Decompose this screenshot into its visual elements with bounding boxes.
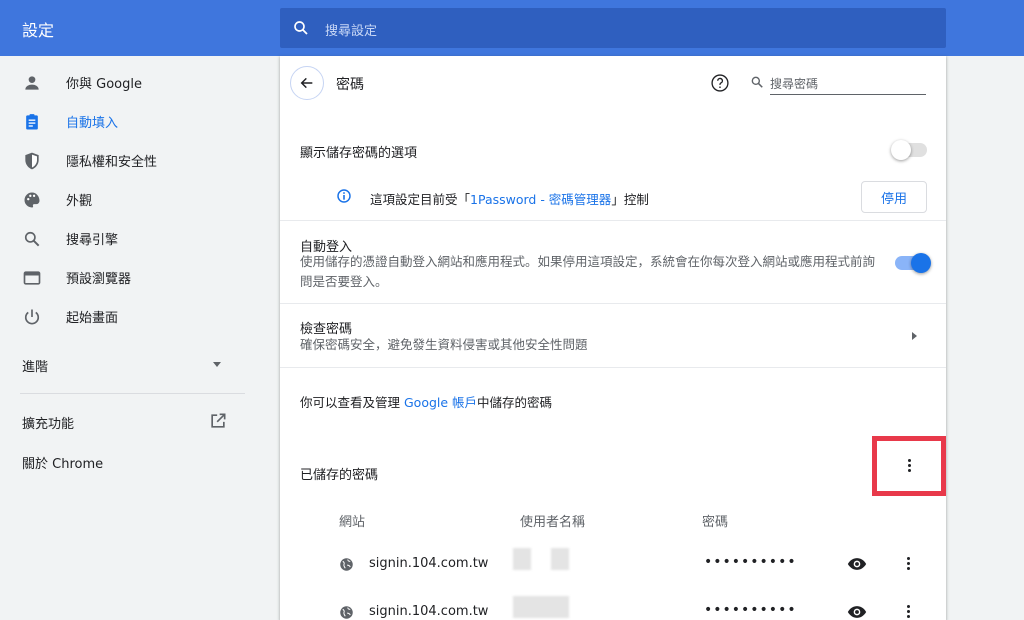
column-header-password: 密碼 [702, 515, 729, 530]
back-button[interactable] [290, 66, 324, 100]
browser-icon [23, 271, 41, 285]
sidebar-about-chrome[interactable]: 關於 Chrome [22, 453, 103, 472]
sidebar-item-privacy[interactable]: 隱私權和安全性 [0, 141, 260, 179]
open-in-new-icon[interactable] [208, 411, 228, 431]
sidebar-item-label: 隱私權和安全性 [66, 155, 158, 170]
search-icon [24, 231, 40, 247]
extension-link[interactable]: 1Password - 密碼管理器 [470, 192, 611, 207]
chevron-right-icon [912, 332, 917, 340]
sidebar-item-default-browser[interactable]: 預設瀏覽器 [0, 258, 260, 296]
page-title: 密碼 [336, 77, 364, 93]
notice-suffix: 」控制 [611, 192, 649, 207]
google-account-suffix: 中儲存的密碼 [477, 395, 553, 410]
offer-to-save-toggle[interactable] [891, 140, 927, 160]
search-icon [294, 21, 308, 35]
info-icon [337, 189, 351, 203]
password-row: signin.104.com.tw •••••••••• [280, 548, 946, 600]
globe-icon [340, 558, 353, 571]
sidebar-item-appearance[interactable]: 外觀 [0, 180, 260, 218]
redacted-username [513, 596, 569, 618]
column-header-username: 使用者名稱 [520, 515, 586, 530]
clipboard-icon [26, 114, 38, 130]
sidebar-item-label: 外觀 [66, 194, 93, 209]
help-icon[interactable] [710, 73, 730, 93]
shield-icon [25, 152, 39, 170]
google-account-notice: 你可以查看及管理 Google 帳戶中儲存的密碼 [300, 392, 552, 411]
managed-by-extension-notice: 這項設定目前受「1Password - 密碼管理器」控制 [370, 189, 649, 208]
divider [280, 220, 946, 221]
auto-signin-toggle[interactable] [895, 253, 931, 273]
app-title: 設定 [22, 21, 55, 40]
person-icon [25, 76, 39, 90]
sidebar-item-label: 起始畫面 [66, 311, 119, 326]
divider [280, 303, 946, 304]
google-account-link[interactable]: Google 帳戶 [404, 395, 477, 410]
divider [280, 367, 946, 368]
settings-search-placeholder: 搜尋設定 [325, 24, 378, 39]
password-search-input[interactable] [770, 73, 926, 95]
site-url[interactable]: signin.104.com.tw [369, 556, 488, 571]
sidebar-extensions[interactable]: 擴充功能 [22, 413, 74, 432]
arrow-back-icon [300, 77, 313, 89]
sidebar-item-on-startup[interactable]: 起始畫面 [0, 297, 260, 335]
more-actions-icon[interactable] [907, 605, 911, 619]
redacted-username [513, 548, 531, 570]
sidebar: 你與 Google 自動填入 隱私權和安全性 外觀 搜尋引擎 預設瀏覽器 起始畫… [0, 56, 260, 620]
search-icon [751, 76, 763, 88]
google-account-prefix: 你可以查看及管理 [300, 395, 404, 410]
passwords-panel: 密碼 顯示儲存密碼的選項 這項設定目前受「1Password - 密碼管理器」控… [280, 56, 946, 620]
caret-down-icon[interactable] [213, 362, 221, 367]
more-actions-icon[interactable] [907, 557, 911, 571]
sidebar-advanced[interactable]: 進階 [22, 356, 48, 375]
highlight-box [872, 436, 946, 496]
sidebar-item-label: 你與 Google [66, 77, 142, 92]
password-row: signin.104.com.tw •••••••••• [280, 596, 946, 620]
redacted-username [551, 548, 569, 570]
sidebar-item-autofill[interactable]: 自動填入 [0, 102, 260, 140]
disable-extension-button[interactable]: 停用 [861, 181, 927, 213]
eye-icon[interactable] [847, 557, 867, 571]
sidebar-item-label: 預設瀏覽器 [66, 272, 132, 287]
masked-password: •••••••••• [704, 554, 797, 570]
palette-icon [24, 192, 40, 208]
column-header-website: 網站 [339, 515, 366, 530]
eye-icon[interactable] [847, 605, 867, 619]
sidebar-item-search-engine[interactable]: 搜尋引擎 [0, 219, 260, 257]
toggle-knob [891, 140, 911, 160]
notice-prefix: 這項設定目前受「 [370, 192, 471, 207]
settings-search-box[interactable]: 搜尋設定 [280, 8, 946, 48]
saved-passwords-title: 已儲存的密碼 [300, 468, 379, 483]
masked-password: •••••••••• [704, 602, 797, 618]
top-bar: 設定 搜尋設定 [0, 0, 1024, 56]
check-passwords-description: 確保密碼安全，避免發生資料侵害或其他安全性問題 [300, 337, 588, 352]
globe-icon [340, 606, 353, 619]
toggle-knob [911, 253, 931, 273]
power-icon [24, 309, 40, 325]
sidebar-item-label: 搜尋引擎 [66, 233, 119, 248]
sidebar-item-label: 自動填入 [66, 116, 119, 131]
offer-to-save-label: 顯示儲存密碼的選項 [300, 146, 418, 161]
sidebar-item-you-and-google[interactable]: 你與 Google [0, 63, 260, 101]
sidebar-divider [20, 393, 245, 394]
more-actions-icon[interactable] [908, 459, 912, 473]
site-url[interactable]: signin.104.com.tw [369, 604, 488, 619]
auto-signin-description: 使用儲存的憑證自動登入網站和應用程式。如果停用這項設定，系統會在你每次登入網站或… [300, 254, 876, 289]
